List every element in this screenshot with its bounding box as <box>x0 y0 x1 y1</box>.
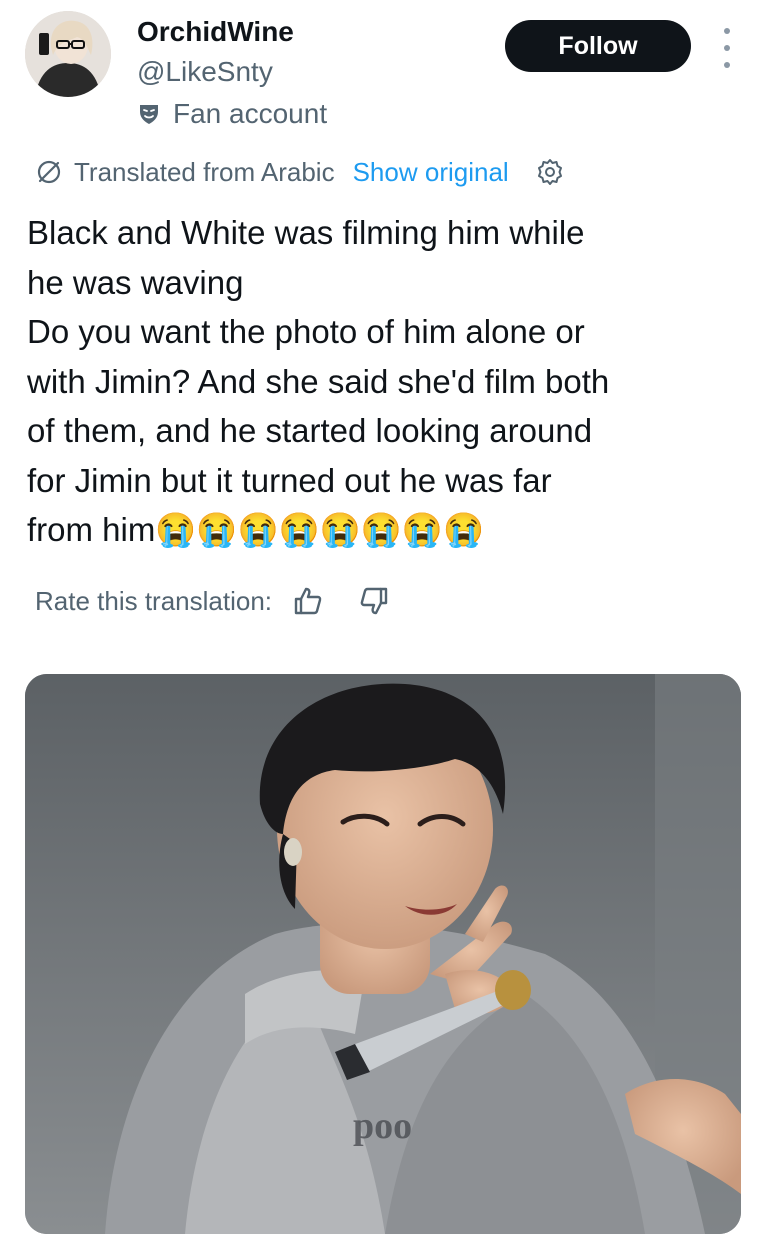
fan-account-text: Fan account <box>173 98 328 129</box>
thumbs-down-icon[interactable] <box>358 585 390 617</box>
rate-translation-label: Rate this translation: <box>35 586 273 616</box>
more-vertical-icon-dot <box>724 62 730 68</box>
display-name[interactable]: OrchidWine <box>137 14 294 50</box>
more-vertical-icon <box>724 28 730 34</box>
translated-from-label: Translated from Arabic <box>74 157 335 187</box>
translation-bar: Translated from Arabic Show original <box>35 153 565 191</box>
more-options-button[interactable] <box>718 28 736 68</box>
performer-photo: poo <box>25 674 741 1234</box>
rate-translation-bar: Rate this translation: <box>35 582 390 620</box>
fan-account-badge-icon <box>140 105 158 124</box>
media-overlay-text: poo <box>353 1105 412 1147</box>
avatar[interactable] <box>25 11 111 97</box>
fan-account-label: Fan account <box>137 96 327 132</box>
tweet-media-image[interactable]: poo <box>25 674 741 1234</box>
translate-icon <box>37 160 61 184</box>
avatar-image <box>25 11 111 97</box>
tweet-text: Black and White was filming him while he… <box>27 214 610 548</box>
tweet-header: OrchidWine @LikeSnty Fan account Follow <box>0 0 765 140</box>
thumbs-up-icon[interactable] <box>292 585 324 617</box>
gear-icon[interactable] <box>535 157 565 187</box>
show-original-link[interactable]: Show original <box>353 153 509 191</box>
user-handle[interactable]: @LikeSnty <box>137 54 273 90</box>
more-vertical-icon-dot <box>724 45 730 51</box>
follow-button[interactable]: Follow <box>505 20 691 72</box>
